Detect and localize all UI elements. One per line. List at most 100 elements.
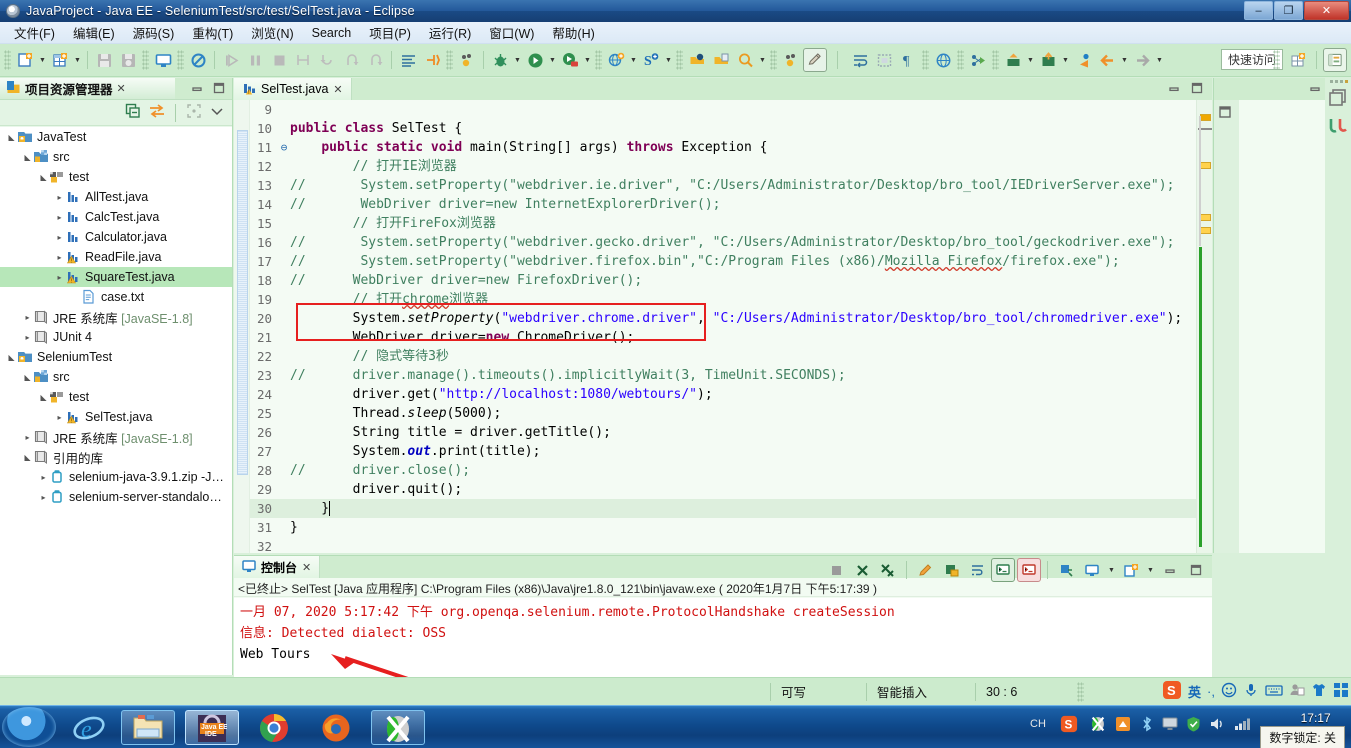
menu-refactor[interactable]: 重构(T) bbox=[184, 21, 241, 44]
outline-minimize-icon[interactable] bbox=[1308, 82, 1322, 97]
firefox-icon[interactable] bbox=[310, 710, 364, 745]
expanded-arrow-icon[interactable]: ◢ bbox=[6, 353, 17, 362]
new-wizard-dropdown-icon[interactable]: ▼ bbox=[72, 48, 83, 72]
step-into-icon[interactable] bbox=[291, 48, 315, 72]
start-orb[interactable] bbox=[2, 707, 56, 747]
open-perspective-icon[interactable] bbox=[966, 48, 990, 72]
open-console-dropdown-icon[interactable]: ▼ bbox=[1145, 558, 1156, 582]
line-fold-marker[interactable] bbox=[278, 537, 290, 553]
focus-icon[interactable] bbox=[186, 103, 202, 122]
new-web-dropdown-icon[interactable]: ▼ bbox=[628, 48, 639, 72]
collapse-all-icon[interactable] bbox=[125, 103, 141, 122]
collapsed-arrow-icon[interactable]: ▸ bbox=[22, 433, 33, 442]
expanded-arrow-icon[interactable]: ◢ bbox=[6, 133, 17, 142]
debug-run-icon[interactable] bbox=[420, 48, 444, 72]
view-menu-icon[interactable] bbox=[210, 104, 224, 121]
menu-navigate[interactable]: 浏览(N) bbox=[243, 21, 301, 44]
monitor-icon[interactable] bbox=[1162, 717, 1178, 734]
line-fold-marker[interactable] bbox=[278, 195, 290, 214]
toolbar-drag-handle[interactable] bbox=[4, 50, 11, 70]
console-minimize-icon[interactable] bbox=[1158, 558, 1182, 582]
menu-search[interactable]: Search bbox=[304, 24, 360, 42]
close-button[interactable]: ✕ bbox=[1304, 1, 1349, 20]
sogou-icon[interactable]: S bbox=[1162, 680, 1182, 703]
collapsed-arrow-icon[interactable]: ▸ bbox=[54, 413, 65, 422]
expanded-arrow-icon[interactable]: ◢ bbox=[22, 453, 33, 462]
tree-item[interactable]: ◢ SeleniumTest bbox=[0, 347, 232, 367]
keyboard-icon[interactable] bbox=[1265, 683, 1283, 700]
new-server-dropdown-icon[interactable]: ▼ bbox=[663, 48, 674, 72]
editor-gutter[interactable] bbox=[234, 100, 250, 553]
tree-item[interactable]: ▸ AllTest.java bbox=[0, 187, 232, 207]
expanded-arrow-icon[interactable]: ◢ bbox=[22, 373, 33, 382]
tree-item[interactable]: ▸ JUnit 4 bbox=[0, 327, 232, 347]
tree-item[interactable]: ◢ JavaTest bbox=[0, 127, 232, 147]
clear-console-icon[interactable] bbox=[913, 558, 937, 582]
line-fold-marker[interactable] bbox=[278, 290, 290, 309]
show-console-icon[interactable] bbox=[991, 558, 1015, 582]
collapsed-arrow-icon[interactable]: ▸ bbox=[38, 473, 49, 482]
show-whitespace-icon[interactable]: ¶ bbox=[896, 48, 920, 72]
java-ee-ide-icon[interactable]: Java EE IDE bbox=[185, 710, 239, 745]
lock-scroll-icon[interactable] bbox=[939, 558, 963, 582]
tree-item[interactable]: ◢ test bbox=[0, 387, 232, 407]
link-with-editor-icon[interactable] bbox=[149, 103, 165, 122]
remove-launch-icon[interactable] bbox=[850, 558, 874, 582]
tree-item[interactable]: ▸ selenium-java-3.9.1.zip -J… bbox=[0, 467, 232, 487]
expanded-arrow-icon[interactable]: ◢ bbox=[38, 393, 49, 402]
new-server-icon[interactable]: S bbox=[639, 48, 663, 72]
open-task-icon[interactable] bbox=[709, 48, 733, 72]
last-tool-icon[interactable] bbox=[455, 48, 479, 72]
resume-icon[interactable] bbox=[219, 48, 243, 72]
skin-icon[interactable] bbox=[1311, 682, 1327, 701]
menu-help[interactable]: 帮助(H) bbox=[544, 21, 602, 44]
editor-tab-close-icon[interactable]: ✕ bbox=[333, 83, 342, 96]
debug-dropdown-icon[interactable]: ▼ bbox=[512, 48, 523, 72]
xshell-tray-icon[interactable] bbox=[1090, 716, 1106, 735]
line-fold-marker[interactable] bbox=[278, 233, 290, 252]
line-fold-marker[interactable]: ⊖ bbox=[278, 138, 290, 157]
print-icon[interactable] bbox=[151, 48, 175, 72]
line-fold-marker[interactable] bbox=[278, 499, 290, 518]
step-return-2-icon[interactable] bbox=[363, 48, 387, 72]
explorer-maximize-icon[interactable] bbox=[212, 82, 226, 97]
stderr-console-icon[interactable] bbox=[1017, 558, 1041, 582]
project-tree[interactable]: ◢ JavaTest ◢ src ◢ test ▸ AllTest.java ▸ CalcTest… bbox=[0, 127, 232, 675]
explorer-tab[interactable]: 项目资源管理器 ✕ bbox=[0, 78, 175, 100]
new-web-icon[interactable] bbox=[604, 48, 628, 72]
explorer-minimize-icon[interactable] bbox=[190, 82, 204, 97]
collapsed-arrow-icon[interactable]: ▸ bbox=[22, 313, 33, 322]
bluetooth-icon[interactable] bbox=[1140, 716, 1154, 735]
line-fold-marker[interactable] bbox=[278, 366, 290, 385]
tree-item[interactable]: ▸! SquareTest.java bbox=[0, 267, 232, 287]
terminate-icon[interactable] bbox=[267, 48, 291, 72]
tree-item[interactable]: ▸ Calculator.java bbox=[0, 227, 232, 247]
new-file-dropdown-icon[interactable]: ▼ bbox=[37, 48, 48, 72]
search-dropdown-icon[interactable]: ▼ bbox=[757, 48, 768, 72]
display-selected-console-icon[interactable] bbox=[1080, 558, 1104, 582]
remove-all-launches-icon[interactable] bbox=[876, 558, 900, 582]
tree-item[interactable]: ◢ test bbox=[0, 167, 232, 187]
wordwrap-icon[interactable] bbox=[965, 558, 989, 582]
java-ee-perspective-icon[interactable] bbox=[1323, 48, 1347, 72]
collapsed-arrow-icon[interactable]: ▸ bbox=[38, 493, 49, 502]
last-edit-icon[interactable] bbox=[779, 48, 803, 72]
line-fold-marker[interactable] bbox=[278, 176, 290, 195]
toggle-breakpoint-icon[interactable] bbox=[186, 48, 210, 72]
console-tab[interactable]: 控制台 ✕ bbox=[234, 556, 321, 578]
tree-item[interactable]: ◢ src bbox=[0, 147, 232, 167]
collapsed-arrow-icon[interactable]: ▸ bbox=[54, 253, 65, 262]
debug-bug-icon[interactable] bbox=[488, 48, 512, 72]
step-over-icon[interactable] bbox=[315, 48, 339, 72]
tree-item[interactable]: ▸ selenium-server-standalo… bbox=[0, 487, 232, 507]
open-perspective-button[interactable] bbox=[1286, 48, 1310, 72]
tree-item[interactable]: ◢ src bbox=[0, 367, 232, 387]
menu-source[interactable]: 源码(S) bbox=[125, 21, 183, 44]
search-icon[interactable] bbox=[733, 48, 757, 72]
line-fold-marker[interactable] bbox=[278, 347, 290, 366]
security-icon[interactable] bbox=[1186, 716, 1201, 735]
toggle-markoccurrences-icon[interactable] bbox=[396, 48, 420, 72]
sogou-tray-icon[interactable]: S bbox=[1060, 715, 1078, 736]
collapsed-arrow-icon[interactable]: ▸ bbox=[54, 273, 65, 282]
new-wizard-icon[interactable] bbox=[48, 48, 72, 72]
